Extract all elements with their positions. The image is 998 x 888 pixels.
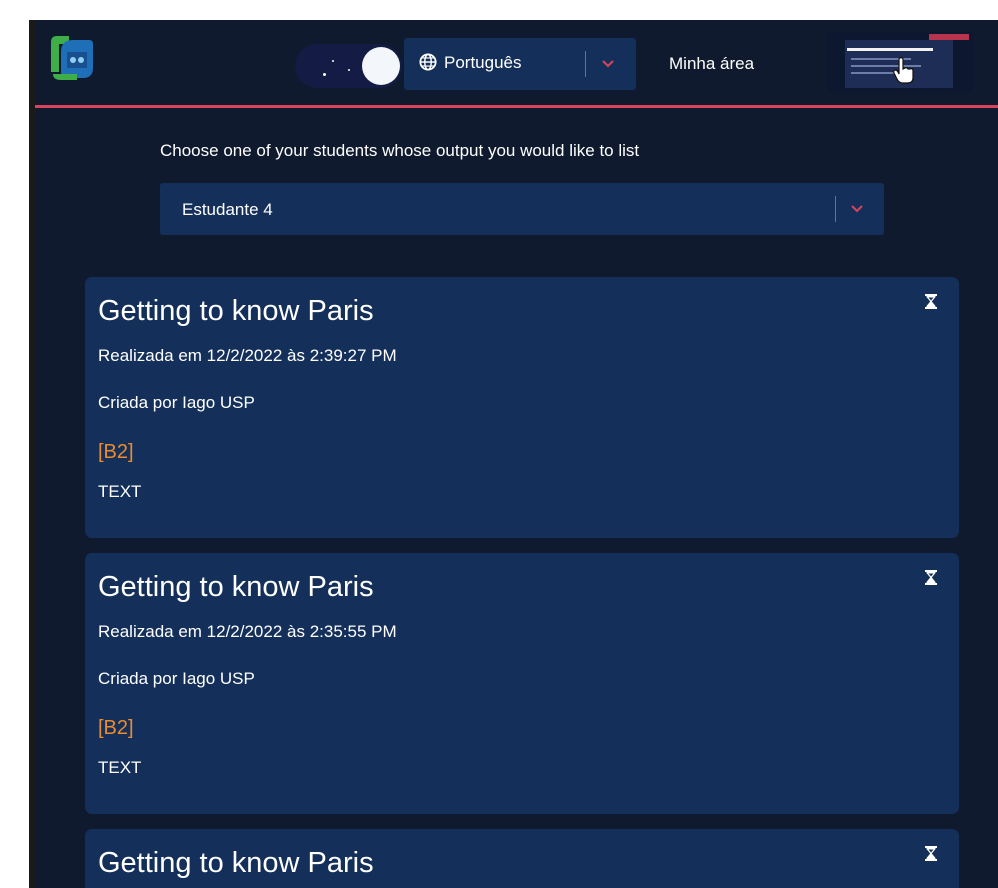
- app-window: Português Minha área Choose one of your …: [35, 20, 998, 888]
- activity-card[interactable]: Getting to know Paris: [85, 829, 959, 888]
- theme-toggle[interactable]: [295, 44, 402, 88]
- activity-level: [B2]: [98, 441, 134, 463]
- avatar-decoration: [847, 48, 933, 51]
- language-selected-value: Português: [444, 53, 522, 72]
- student-chooser-prompt: Choose one of your students whose output…: [160, 141, 640, 160]
- hand-cursor-icon: [893, 57, 914, 84]
- chevron-down-icon[interactable]: [851, 205, 863, 213]
- my-area-link[interactable]: Minha área: [669, 54, 754, 74]
- activity-date: Realizada em 12/2/2022 às 2:35:55 PM: [98, 622, 397, 641]
- activity-type: TEXT: [98, 482, 142, 501]
- star-dot: [332, 60, 334, 62]
- activity-level: [B2]: [98, 717, 134, 739]
- moon-icon: [362, 47, 400, 85]
- hourglass-icon: [925, 294, 937, 309]
- student-select[interactable]: Estudante 4: [160, 183, 884, 235]
- activity-title: Getting to know Paris: [98, 847, 374, 879]
- top-navbar: Português Minha área: [35, 20, 998, 108]
- student-selected-value: Estudante 4: [182, 200, 273, 219]
- globe-icon: [419, 53, 437, 71]
- desktop-edge: [0, 0, 35, 888]
- activity-creator: Criada por Iago USP: [98, 393, 255, 412]
- activity-creator: Criada por Iago USP: [98, 669, 255, 688]
- language-select[interactable]: Português: [404, 38, 636, 90]
- app-logo[interactable]: [47, 32, 97, 82]
- activity-title: Getting to know Paris: [98, 295, 374, 327]
- activity-card[interactable]: Getting to know Paris Realizada em 12/2/…: [85, 277, 959, 538]
- hourglass-icon: [925, 570, 937, 585]
- user-avatar[interactable]: [827, 32, 973, 92]
- chevron-down-icon[interactable]: [602, 60, 614, 68]
- select-separator: [585, 51, 586, 77]
- star-dot: [323, 73, 326, 76]
- select-separator: [835, 196, 836, 222]
- hourglass-icon: [925, 846, 937, 861]
- activity-type: TEXT: [98, 758, 142, 777]
- star-dot: [348, 69, 350, 71]
- activity-date: Realizada em 12/2/2022 às 2:39:27 PM: [98, 346, 397, 365]
- activity-title: Getting to know Paris: [98, 571, 374, 603]
- activity-card[interactable]: Getting to know Paris Realizada em 12/2/…: [85, 553, 959, 814]
